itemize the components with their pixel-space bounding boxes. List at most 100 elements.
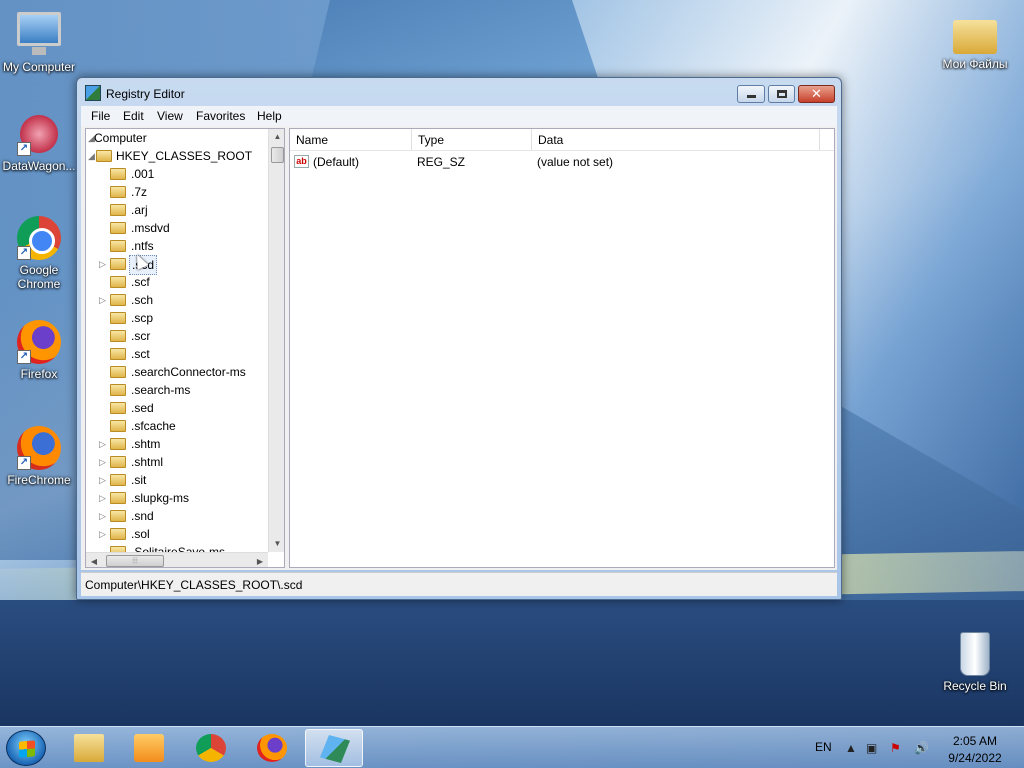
expand-icon[interactable]: ▷ — [99, 435, 107, 453]
folder-icon — [110, 456, 126, 468]
list-header: Name Type Data — [290, 129, 834, 151]
status-bar: Computer\HKEY_CLASSES_ROOT\.scd — [81, 572, 837, 596]
clock-time[interactable]: 2:05 AM — [940, 734, 1010, 748]
scroll-thumb[interactable]: ⦙⦙⦙ — [106, 555, 164, 567]
desktop-icon-firechrome[interactable]: ↗ FireChrome — [0, 426, 78, 487]
shortcut-arrow-icon: ↗ — [17, 142, 31, 156]
maximize-button[interactable] — [768, 85, 795, 103]
desktop-icon-label: Google Chrome — [17, 263, 61, 291]
language-indicator[interactable]: EN — [815, 740, 832, 754]
action-center-icon[interactable]: ⚑ — [890, 741, 901, 755]
taskbar: EN ▲ ▣ ⚑ 🔊 2:05 AM 9/24/2022 — [0, 726, 1024, 768]
shortcut-arrow-icon: ↗ — [17, 456, 31, 470]
desktop-icon-label: Recycle Bin — [943, 679, 1007, 693]
taskbar-chrome[interactable] — [182, 729, 240, 767]
folder-icon — [110, 222, 126, 234]
close-icon: ✕ — [811, 86, 822, 101]
list-row[interactable]: ab (Default) REG_SZ (value not set) — [290, 153, 834, 171]
scroll-left-icon[interactable]: ◀ — [86, 553, 102, 567]
close-button[interactable]: ✕ — [798, 85, 835, 103]
desktop-icon-label: My Computer — [2, 60, 76, 74]
column-header-type[interactable]: Type — [412, 129, 532, 151]
recycle-bin-icon — [960, 632, 990, 676]
menu-favorites[interactable]: Favorites — [196, 109, 245, 123]
tree-item-label: .sit — [131, 473, 147, 487]
chrome-icon — [196, 734, 226, 762]
taskbar-regedit[interactable] — [305, 729, 363, 767]
expand-icon[interactable]: ▷ — [99, 453, 107, 471]
tree-item-label: .shtml — [131, 455, 164, 469]
tree-item-label: .shtm — [131, 437, 161, 451]
folder-icon — [110, 330, 126, 342]
volume-icon[interactable]: 🔊 — [914, 741, 929, 755]
folder-icon — [110, 258, 126, 270]
expand-icon[interactable]: ▷ — [99, 507, 107, 525]
folder-icon — [110, 492, 126, 504]
tree-horizontal-scrollbar[interactable]: ◀ ⦙⦙⦙ ▶ — [86, 552, 268, 567]
column-header-name[interactable]: Name — [290, 129, 412, 151]
regedit-icon — [320, 735, 350, 763]
folder-icon — [110, 168, 126, 180]
network-icon[interactable]: ▣ — [866, 741, 877, 755]
collapse-icon: ◢ — [88, 151, 95, 161]
menu-help[interactable]: Help — [257, 109, 282, 123]
menu-bar: File Edit View Favorites Help — [81, 106, 837, 126]
tree-item-label: .sfcache — [131, 419, 176, 433]
folder-icon — [110, 402, 126, 414]
tree-item-label: .scf — [131, 275, 150, 289]
maximize-icon — [777, 90, 787, 98]
expand-icon[interactable]: ▷ — [99, 525, 107, 543]
folder-icon — [110, 438, 126, 450]
taskbar-media-player[interactable] — [120, 729, 178, 767]
folder-icon — [96, 150, 112, 162]
desktop-icon-my-files[interactable]: Мои Файлы — [936, 12, 1014, 71]
folder-icon — [110, 474, 126, 486]
clock-date[interactable]: 9/24/2022 — [940, 751, 1010, 765]
title-bar[interactable]: Registry Editor ✕ — [77, 78, 841, 106]
desktop-icon-firefox[interactable]: ↗ Firefox — [0, 320, 78, 381]
menu-file[interactable]: File — [91, 109, 110, 123]
expand-icon[interactable]: ▷ — [99, 489, 107, 507]
tree-item-label: .slupkg-ms — [131, 491, 190, 505]
folder-icon — [110, 510, 126, 522]
folder-icon — [110, 204, 126, 216]
expand-icon[interactable]: ▷ — [99, 291, 107, 309]
desktop-icon-my-computer[interactable]: My Computer — [0, 12, 78, 74]
tree-item-label: .search-ms — [131, 383, 191, 397]
tree-item-label: .searchConnector-ms — [131, 365, 246, 379]
key-tree: ◢ Computer ◢ HKEY_CLASSES_ROOT .001.7z .a… — [85, 128, 285, 568]
windows-explorer-icon — [74, 734, 104, 762]
tree-item-label: .7z — [131, 185, 148, 199]
desktop-icon-label: Firefox — [20, 367, 58, 381]
shortcut-arrow-icon: ↗ — [17, 246, 31, 260]
scroll-down-icon[interactable]: ▼ — [269, 536, 284, 552]
desktop-icon-recycle-bin[interactable]: Recycle Bin — [936, 632, 1014, 693]
scroll-right-icon[interactable]: ▶ — [252, 553, 268, 567]
taskbar-explorer[interactable] — [60, 729, 118, 767]
start-button[interactable] — [6, 730, 46, 766]
show-hidden-icons-icon[interactable]: ▲ — [845, 741, 857, 755]
expand-icon[interactable]: ▷ — [99, 255, 107, 273]
status-path: Computer\HKEY_CLASSES_ROOT\.scd — [85, 578, 303, 592]
tree-vertical-scrollbar[interactable]: ▲ ▼ — [268, 129, 284, 552]
folder-icon — [953, 20, 997, 54]
computer-icon — [17, 12, 61, 55]
desktop-icon-datawagon[interactable]: ↗ DataWagon... — [0, 112, 78, 173]
desktop-icon-google-chrome[interactable]: ↗ Google Chrome — [0, 216, 78, 291]
regedit-icon — [85, 85, 101, 101]
scroll-up-icon[interactable]: ▲ — [269, 129, 284, 145]
client-area: ◢ Computer ◢ HKEY_CLASSES_ROOT .001.7z .a… — [81, 126, 837, 570]
minimize-button[interactable] — [737, 85, 765, 103]
scroll-thumb[interactable] — [271, 147, 284, 163]
folder-icon — [110, 294, 126, 306]
expand-icon[interactable]: ▷ — [99, 471, 107, 489]
menu-view[interactable]: View — [157, 109, 183, 123]
column-header-data[interactable]: Data — [532, 129, 820, 151]
tree-item-label: .sol — [131, 527, 150, 541]
tree-item-label: .msdvd — [131, 221, 170, 235]
media-player-icon — [134, 734, 164, 762]
folder-icon — [110, 312, 126, 324]
string-value-icon: ab — [294, 155, 309, 168]
menu-edit[interactable]: Edit — [123, 109, 144, 123]
taskbar-firefox[interactable] — [243, 729, 301, 767]
